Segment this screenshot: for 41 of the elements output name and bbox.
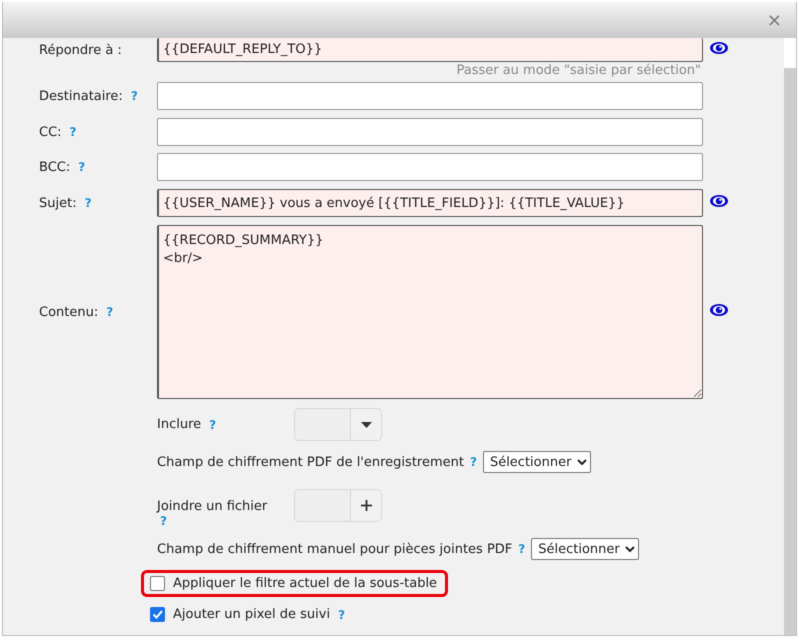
help-icon[interactable]: ? <box>70 125 77 139</box>
select-dropdown[interactable]: Sélectionner <box>482 451 591 473</box>
caret-icon[interactable] <box>360 422 372 428</box>
field-label: Répondre à : <box>39 42 122 58</box>
plus-icon[interactable] <box>360 500 372 511</box>
help-icon[interactable]: ? <box>160 514 167 528</box>
text-field[interactable]: {{DEFAULT_REPLY_TO}} <box>157 38 703 62</box>
checkbox[interactable] <box>150 576 165 591</box>
checkbox-label: Ajouter un pixel de suivi <box>173 607 330 622</box>
mode-switch-link[interactable]: Passer au mode "saisie par sélection" <box>39 63 703 78</box>
field-label: Contenu: <box>39 304 98 320</box>
checkbox[interactable] <box>150 607 165 622</box>
option-label: Joindre un fichier <box>157 499 268 514</box>
preview-eye-icon[interactable] <box>709 194 729 208</box>
help-icon[interactable]: ? <box>338 608 346 622</box>
preview-eye-icon[interactable] <box>709 303 729 317</box>
option-label: Champ de chiffrement PDF de l'enregistrement <box>157 454 464 470</box>
content-textarea[interactable]: {{RECORD_SUMMARY}} <br/> <box>157 225 703 399</box>
field-label: CC: <box>39 124 62 140</box>
text-field[interactable] <box>157 118 703 146</box>
scrollbar[interactable] <box>784 38 796 635</box>
text-field[interactable] <box>157 82 703 110</box>
field-label: Destinataire: <box>39 88 123 104</box>
help-icon[interactable]: ? <box>78 160 86 174</box>
help-icon[interactable]: ? <box>84 196 92 210</box>
check-icon <box>152 609 163 620</box>
help-icon[interactable]: ? <box>470 455 477 469</box>
option-label: Champ de chiffrement manuel pour pièces jointes PDF <box>157 542 512 556</box>
text-field[interactable]: {{USER_NAME}} vous a envoyé [{{TITLE_FIELD}}]: {{TITLE_VALUE}} <box>157 189 703 217</box>
field-label: Sujet: <box>39 196 77 210</box>
help-icon[interactable]: ? <box>130 89 138 103</box>
text-field[interactable] <box>157 153 703 181</box>
help-icon[interactable]: ? <box>106 305 114 319</box>
option-label: Inclure <box>157 417 202 432</box>
select-dropdown[interactable]: Sélectionner <box>531 538 640 560</box>
close-button[interactable]: × <box>762 10 786 30</box>
preview-eye-icon[interactable] <box>709 41 729 55</box>
checkbox-label: Appliquer le filtre actuel de la sous-table <box>173 576 438 591</box>
field-label: BCC: <box>39 160 70 174</box>
help-icon[interactable]: ? <box>518 542 526 556</box>
help-icon[interactable]: ? <box>209 418 216 432</box>
